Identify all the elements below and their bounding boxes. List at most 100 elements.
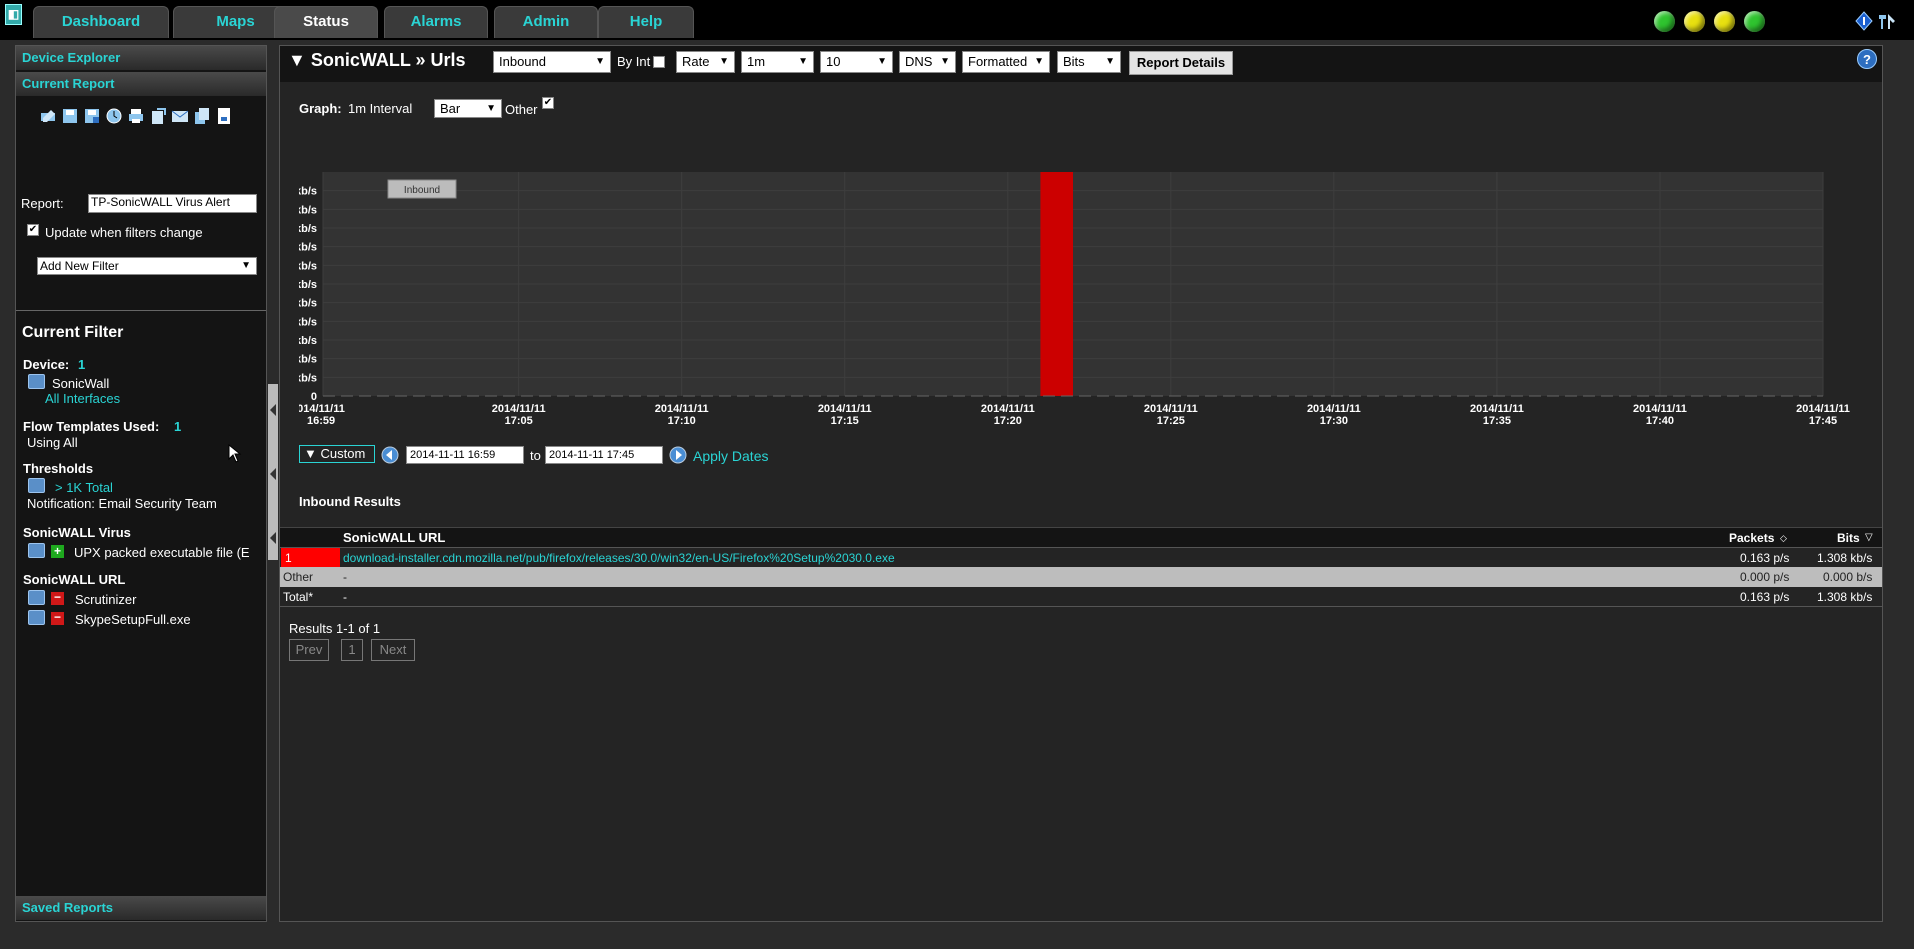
flow-templates-label: Flow Templates Used:: [23, 419, 160, 434]
save-as-icon[interactable]: [83, 107, 101, 125]
x-tick-date-label: 2014/11/11: [655, 403, 709, 415]
save-icon[interactable]: [61, 107, 79, 125]
device-explorer-header[interactable]: Device Explorer: [16, 46, 266, 70]
graph-label: Graph:: [299, 101, 342, 116]
chevron-down-icon: ▼: [798, 56, 808, 67]
status-dot-green-icon[interactable]: [1654, 11, 1675, 32]
print-icon[interactable]: [127, 107, 145, 125]
page-number-button[interactable]: 1: [341, 639, 363, 661]
other-checkbox[interactable]: ✔: [542, 97, 554, 109]
minus-icon[interactable]: −: [51, 611, 64, 625]
x-tick-time-label: 17:10: [668, 415, 696, 427]
tools-icon[interactable]: [1876, 11, 1898, 31]
clock-icon[interactable]: [105, 107, 123, 125]
saved-reports-header[interactable]: Saved Reports: [16, 896, 266, 920]
previous-period-icon[interactable]: [381, 446, 399, 464]
apply-dates-link[interactable]: Apply Dates: [693, 448, 768, 464]
mouse-cursor-icon: [228, 444, 242, 463]
row-rank-color-swatch: 1: [281, 548, 340, 568]
status-dot-green-icon[interactable]: [1744, 11, 1765, 32]
column-header-url[interactable]: SonicWALL URL: [343, 528, 445, 548]
interval-select-value: 1m: [747, 54, 766, 69]
interval-select[interactable]: 1m ▼: [741, 51, 814, 73]
column-header-bits[interactable]: Bits: [1837, 528, 1860, 548]
virus-filter-item: UPX packed executable file (E: [74, 545, 250, 560]
row-url-link[interactable]: download-installer.cdn.mozilla.net/pub/f…: [343, 548, 895, 568]
report-name-input[interactable]: TP-SonicWALL Virus Alert: [88, 194, 257, 213]
edit-icon[interactable]: [39, 107, 57, 125]
date-from-input[interactable]: 2014-11-11 16:59: [406, 446, 524, 464]
y-tick-label: 25 kb/s: [299, 298, 317, 310]
trash-icon[interactable]: [28, 478, 45, 493]
trash-icon[interactable]: [28, 374, 45, 389]
by-int-checkbox[interactable]: [653, 56, 665, 68]
x-tick-date-label: 2014/11/11: [1307, 403, 1361, 415]
x-tick-date-label: 2014/11/11: [1144, 403, 1198, 415]
rate-select[interactable]: Rate ▼: [676, 51, 735, 73]
tab-help[interactable]: Help: [598, 6, 694, 38]
next-page-button[interactable]: Next: [371, 639, 415, 661]
threshold-link[interactable]: > 1K Total: [55, 480, 113, 495]
collapse-arrow-icon: [270, 404, 276, 544]
trash-icon[interactable]: [28, 590, 45, 605]
chevron-down-icon: ▼: [1105, 56, 1115, 67]
graph-interval: 1m Interval: [348, 101, 413, 116]
chevron-down-icon: ▼: [486, 103, 496, 114]
legend-label: Inbound: [404, 185, 440, 196]
sort-both-icon[interactable]: ◇: [1780, 528, 1787, 548]
minus-icon[interactable]: −: [51, 591, 64, 605]
dns-select[interactable]: DNS ▼: [899, 51, 956, 73]
x-tick-time-label: 17:40: [1646, 415, 1674, 427]
status-dot-yellow-icon[interactable]: [1684, 11, 1705, 32]
chart-bar[interactable]: [1040, 172, 1073, 396]
top-n-select[interactable]: 10 ▼: [820, 51, 893, 73]
chevron-down-icon: ▼: [877, 56, 887, 67]
top-n-select-value: 10: [826, 54, 841, 69]
help-icon[interactable]: ?: [1857, 49, 1877, 69]
table-row[interactable]: 1 download-installer.cdn.mozilla.net/pub…: [280, 547, 1882, 568]
device-label: Device:: [23, 357, 70, 372]
app-logo-icon[interactable]: ◧: [5, 4, 22, 25]
y-tick-label: 35 kb/s: [299, 260, 317, 272]
sidebar-splitter-handle[interactable]: [268, 384, 278, 560]
x-tick-time-label: 17:05: [505, 415, 533, 427]
report-title[interactable]: ▼ SonicWALL » Urls: [288, 50, 466, 71]
add-filter-select[interactable]: Add New Filter ▼: [37, 257, 257, 275]
trash-icon[interactable]: [28, 610, 45, 625]
y-tick-label: 45 kb/s: [299, 223, 317, 235]
row-bits: 1.308 kb/s: [1817, 590, 1873, 604]
column-header-packets[interactable]: Packets: [1729, 528, 1774, 548]
direction-select[interactable]: Inbound ▼: [493, 51, 611, 73]
x-tick-date-label: 2014/11/11: [1470, 403, 1524, 415]
email-icon[interactable]: [171, 107, 189, 125]
current-report-header[interactable]: Current Report: [16, 72, 266, 96]
trash-icon[interactable]: [28, 543, 45, 558]
device-interfaces-link[interactable]: All Interfaces: [45, 391, 120, 406]
x-tick-time-label: 17:20: [994, 415, 1022, 427]
pdf-icon[interactable]: [215, 107, 233, 125]
copy-icon[interactable]: [193, 107, 211, 125]
rate-select-value: Rate: [682, 54, 710, 69]
tab-alarms[interactable]: Alarms: [384, 6, 488, 38]
tab-status[interactable]: Status: [274, 6, 378, 38]
update-filters-checkbox[interactable]: ✔: [27, 224, 39, 236]
current-filter-title: Current Filter: [22, 324, 124, 341]
table-row[interactable]: Other - 0.000 p/s 0.000 b/s: [280, 567, 1882, 587]
prev-page-button[interactable]: Prev: [289, 639, 329, 661]
format-select[interactable]: Formatted ▼: [962, 51, 1050, 73]
flow-templates-value: Using All: [27, 435, 78, 450]
tab-admin[interactable]: Admin: [494, 6, 598, 38]
date-to-input[interactable]: 2014-11-11 17:45: [545, 446, 663, 464]
plus-icon[interactable]: +: [51, 545, 64, 558]
units-select[interactable]: Bits ▼: [1057, 51, 1121, 73]
next-period-icon[interactable]: [669, 446, 687, 464]
graph-type-select[interactable]: Bar ▼: [434, 99, 502, 118]
sort-descending-icon[interactable]: ▽: [1865, 528, 1873, 548]
export-icon[interactable]: [149, 107, 167, 125]
custom-range-button[interactable]: ▼ Custom: [299, 445, 375, 463]
report-details-button[interactable]: Report Details: [1129, 51, 1233, 75]
x-tick-time-label: 17:15: [831, 415, 859, 427]
status-dot-yellow-icon[interactable]: [1714, 11, 1735, 32]
tab-dashboard[interactable]: Dashboard: [33, 6, 169, 38]
info-diamond-icon[interactable]: [1855, 11, 1873, 31]
